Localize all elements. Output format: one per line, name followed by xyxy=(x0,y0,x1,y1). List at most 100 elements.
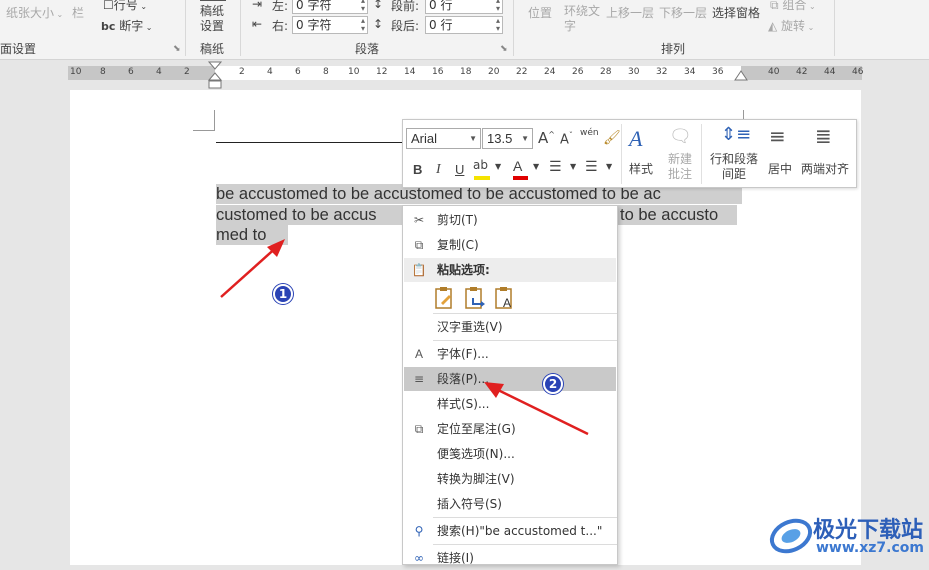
phonetic-guide-icon: wén xyxy=(580,128,599,138)
hyphenation-button[interactable]: bc 断字 ⌄ xyxy=(101,17,153,34)
annotation-arrow xyxy=(484,382,589,436)
chevron-down-icon[interactable]: ▼ xyxy=(495,162,501,171)
spacing-after-value: 0 行 xyxy=(429,18,453,32)
menu-item-note-options[interactable]: 便笺选项(N)... xyxy=(404,442,616,466)
format-painter-icon[interactable]: 🖌 xyxy=(603,130,621,146)
spinner-arrows-icon[interactable]: ▴ ▾ xyxy=(361,0,365,13)
new-comment-button[interactable]: 新建 批注 xyxy=(668,152,692,182)
toolbar-divider xyxy=(621,124,622,184)
paste-options-header: 📋 粘贴选项: xyxy=(404,258,616,282)
rotate-button[interactable]: ◭ 旋转 ⌄ xyxy=(768,17,814,34)
wrap-text-button[interactable]: 环绕文字 xyxy=(564,4,604,34)
chevron-down-icon[interactable]: ▼ xyxy=(533,162,539,171)
menu-item-search[interactable]: ⚲ 搜索(H)"be accustomed t..." xyxy=(404,519,616,543)
arrange-group-label: 排列 xyxy=(661,42,686,56)
paper-size-button[interactable]: 纸张大小 ⌄ xyxy=(6,4,63,21)
manuscript-button[interactable]: 稿纸设置 xyxy=(200,4,230,34)
menu-item-font[interactable]: A 字体(F)... xyxy=(404,342,616,366)
menu-item-insert-symbol[interactable]: 插入符号(S) xyxy=(404,492,616,516)
ruler-tick: 30 xyxy=(628,67,640,77)
spinner-arrows-icon[interactable]: ▴ ▾ xyxy=(496,17,500,33)
spinner-arrows-icon[interactable]: ▴ ▾ xyxy=(496,0,500,13)
ribbon: 纸张大小 ⌄ 栏 ☐行号 ⌄ bc 断字 ⌄ 面设置 ⬊ 稿纸设置 稿纸 ⇥ 左… xyxy=(0,0,929,60)
spacing-after-field[interactable]: 0 行 ▴ ▾ xyxy=(425,16,503,34)
styles-button[interactable]: 样式 xyxy=(629,160,653,177)
svg-text:A: A xyxy=(503,296,511,310)
selection-pane-button[interactable]: 选择窗格 xyxy=(712,4,760,21)
chevron-down-icon[interactable]: ▼ xyxy=(570,162,576,171)
menu-item-label: 字体(F)... xyxy=(437,347,489,361)
spacing-before-icon: ↕ xyxy=(373,0,384,11)
font-name-dropdown[interactable]: Arial ▼ xyxy=(406,128,481,149)
menu-item-cut[interactable]: ✂ 剪切(T) xyxy=(404,208,616,232)
shrink-font-button[interactable]: Aˇ xyxy=(560,131,573,147)
underline-button[interactable]: U xyxy=(455,162,464,177)
indent-right-label: 右: xyxy=(272,19,289,33)
paste-keep-format-icon[interactable] xyxy=(433,286,455,310)
position-button[interactable]: 位置 xyxy=(528,4,552,21)
justify-icon[interactable]: ≣ xyxy=(815,124,832,148)
ruler-tick: 12 xyxy=(376,67,388,77)
menu-separator xyxy=(433,517,617,518)
menu-item-link[interactable]: ∞ 链接(I) xyxy=(404,546,616,570)
bullets-icon[interactable]: ☰ xyxy=(549,159,562,175)
highlight-button[interactable]: ab xyxy=(473,158,491,180)
italic-button[interactable]: I xyxy=(436,162,441,178)
font-size-value: 13.5 xyxy=(487,131,513,146)
menu-item-convert-to-footnote[interactable]: 转换为脚注(V) xyxy=(404,467,616,491)
selected-text-line[interactable]: to be accusto xyxy=(616,205,737,225)
indent-left-value: 0 字符 xyxy=(296,0,332,12)
menu-separator xyxy=(433,544,617,545)
group-divider xyxy=(185,0,186,56)
ruler-tick: 22 xyxy=(516,67,528,77)
phonetic-guide-button[interactable]: wén xyxy=(580,128,599,138)
paragraph-icon: ≡ xyxy=(413,372,425,386)
spacing-before-field[interactable]: 0 行 ▴ ▾ xyxy=(425,0,503,14)
indent-left-label: 左: xyxy=(272,0,289,13)
shrink-font-icon: A xyxy=(560,132,569,148)
right-indent-marker-icon[interactable] xyxy=(734,70,748,82)
menu-item-reconvert[interactable]: 汉字重选(V) xyxy=(404,315,616,339)
page-setup-launcher-icon[interactable]: ⬊ xyxy=(173,44,181,54)
group-objects-button[interactable]: ⧉ 组合 ⌄ xyxy=(770,0,816,13)
selected-text-line[interactable]: customed to be accus xyxy=(216,205,404,225)
ruler-tick: 26 xyxy=(572,67,584,77)
menu-separator xyxy=(433,313,617,314)
bring-forward-button[interactable]: 上移一层 xyxy=(606,4,654,21)
ruler-tick: 32 xyxy=(656,67,668,77)
margin-corner-mark xyxy=(193,130,215,131)
styles-icon[interactable]: A xyxy=(629,126,642,152)
bold-button[interactable]: B xyxy=(413,162,422,177)
send-backward-button[interactable]: 下移一层 xyxy=(659,4,707,21)
font-color-button[interactable]: A xyxy=(513,158,529,180)
justify-button[interactable]: 两端对齐 xyxy=(801,160,849,177)
center-button[interactable]: 居中 xyxy=(768,160,792,177)
line-numbers-button[interactable]: ☐行号 ⌄ xyxy=(103,0,147,13)
align-center-icon[interactable]: ≡ xyxy=(769,124,786,148)
line-spacing-label: 行和段落 xyxy=(710,152,759,166)
hyphenation-icon: bc xyxy=(101,20,116,33)
font-size-dropdown[interactable]: 13.5 ▼ xyxy=(482,128,533,149)
line-spacing-button[interactable]: 行和段落 间距 xyxy=(710,152,758,182)
indent-right-field[interactable]: 0 字符 ▴ ▾ xyxy=(292,16,368,34)
paragraph-group-label: 段落 xyxy=(355,42,380,56)
grow-font-button[interactable]: A^ xyxy=(538,129,555,147)
paragraph-launcher-icon[interactable]: ⬊ xyxy=(500,44,508,54)
mini-toolbar: Arial ▼ 13.5 ▼ A^ Aˇ wén 🖌 B I U ab ▼ A ▼ … xyxy=(402,119,857,188)
chevron-down-icon: ▼ xyxy=(521,134,529,143)
manuscript-group-label: 稿纸 xyxy=(200,42,225,56)
indent-left-field[interactable]: 0 字符 ▴ ▾ xyxy=(292,0,368,14)
menu-item-copy[interactable]: ⧉ 复制(C) xyxy=(404,233,616,257)
paste-merge-format-icon[interactable] xyxy=(463,286,487,310)
chevron-down-icon[interactable]: ▼ xyxy=(606,162,612,171)
columns-button[interactable]: 栏 xyxy=(72,4,84,21)
scissors-icon: ✂ xyxy=(413,213,425,227)
copy-icon: ⧉ xyxy=(414,238,424,252)
numbering-icon[interactable]: ☰ xyxy=(585,159,598,175)
line-spacing-icon[interactable]: ⇕≡ xyxy=(721,124,751,145)
indent-marker-icon[interactable] xyxy=(207,60,223,90)
spinner-arrows-icon[interactable]: ▴ ▾ xyxy=(361,17,365,33)
ruler-tick: 6 xyxy=(128,67,134,77)
hyphenation-label: 断字 xyxy=(119,19,144,33)
paste-text-only-icon[interactable]: A xyxy=(493,286,517,310)
